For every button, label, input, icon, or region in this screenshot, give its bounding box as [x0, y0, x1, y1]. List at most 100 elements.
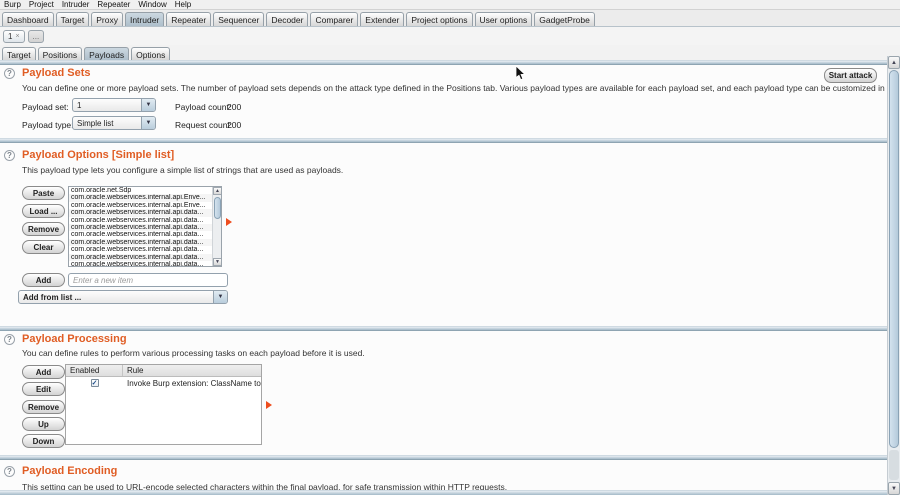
- clear-button[interactable]: Clear: [22, 240, 65, 254]
- tab-comparer[interactable]: Comparer: [310, 12, 358, 26]
- close-icon[interactable]: ×: [15, 33, 19, 40]
- menu-item[interactable]: Repeater: [97, 0, 130, 9]
- payload-list-item[interactable]: com.oracle.webservices.internal.api.Enve…: [69, 194, 212, 201]
- mouse-cursor-icon: [516, 66, 527, 86]
- payload-list-item[interactable]: com.oracle.webservices.internal.api.data…: [69, 217, 212, 224]
- payload-set-value: 1: [73, 99, 141, 111]
- payload-list-item[interactable]: com.oracle.webservices.internal.api.data…: [69, 224, 212, 231]
- tab-gadgetprobe[interactable]: GadgetProbe: [534, 12, 595, 26]
- tab-target[interactable]: Target: [56, 12, 90, 26]
- attack-tab-1[interactable]: 1 ×: [3, 30, 25, 43]
- menu-item[interactable]: Window: [138, 0, 166, 9]
- payload-list-item[interactable]: com.oracle.webservices.internal.api.data…: [69, 254, 212, 261]
- payload-list-item[interactable]: com.oracle.webservices.internal.api.data…: [69, 209, 212, 216]
- tab-intruder-options[interactable]: Options: [131, 47, 170, 60]
- paste-button[interactable]: Paste: [22, 186, 65, 200]
- add-button[interactable]: Add: [22, 273, 65, 287]
- scroll-up-icon[interactable]: ▲: [213, 187, 222, 195]
- payload-options-description: This payload type lets you configure a s…: [22, 165, 343, 175]
- remove-rule-button[interactable]: Remove: [22, 400, 65, 414]
- payload-list-item[interactable]: com.oracle.net.Sdp: [69, 187, 212, 194]
- payload-processing-description: You can define rules to perform various …: [22, 348, 365, 358]
- payload-sets-title: Payload Sets: [22, 67, 90, 79]
- request-count-value: 200: [227, 120, 241, 130]
- down-rule-button[interactable]: Down: [22, 434, 65, 448]
- tab-extender[interactable]: Extender: [360, 12, 404, 26]
- payload-list-item[interactable]: com.oracle.webservices.internal.api.Enve…: [69, 202, 212, 209]
- chevron-down-icon: ▼: [213, 291, 227, 303]
- menu-item[interactable]: Burp: [4, 0, 21, 9]
- remove-button[interactable]: Remove: [22, 222, 65, 236]
- tab-sequencer[interactable]: Sequencer: [213, 12, 264, 26]
- scroll-track[interactable]: [889, 450, 899, 480]
- rule-column-header[interactable]: Rule: [123, 365, 261, 376]
- payload-options-section: ? Payload Options [Simple list] This pay…: [0, 143, 887, 326]
- scroll-down-icon[interactable]: ▼: [888, 482, 900, 495]
- attention-arrow-icon: [266, 401, 272, 409]
- payload-list-item[interactable]: com.oracle.webservices.internal.api.data…: [69, 239, 212, 246]
- payload-sets-section: ? Payload Sets Start attack You can defi…: [0, 65, 887, 138]
- attack-tab-more[interactable]: ...: [28, 30, 45, 43]
- new-item-input[interactable]: [68, 273, 228, 287]
- table-row[interactable]: ✓ Invoke Burp extension: ClassName to Ga…: [66, 377, 261, 389]
- payload-sets-description: You can define one or more payload sets.…: [22, 83, 900, 93]
- up-rule-button[interactable]: Up: [22, 417, 65, 431]
- start-attack-button[interactable]: Start attack: [824, 68, 877, 83]
- payload-list: com.oracle.net.Sdpcom.oracle.webservices…: [69, 187, 212, 267]
- list-scrollbar[interactable]: ▲ ▼: [212, 187, 221, 266]
- menu-item[interactable]: Help: [175, 0, 191, 9]
- payload-count-value: 200: [227, 102, 241, 112]
- bottom-edge-bar: [0, 490, 887, 495]
- attack-tab-bar: 1 × ...: [0, 27, 900, 45]
- tab-repeater[interactable]: Repeater: [166, 12, 211, 26]
- help-icon[interactable]: ?: [4, 466, 15, 477]
- attention-arrow-icon: [226, 218, 232, 226]
- enabled-checkbox[interactable]: ✓: [91, 379, 99, 387]
- help-icon[interactable]: ?: [4, 150, 15, 161]
- tab-intruder-payloads[interactable]: Payloads: [84, 47, 129, 60]
- payload-listbox[interactable]: com.oracle.net.Sdpcom.oracle.webservices…: [68, 186, 222, 267]
- add-from-list-select[interactable]: Add from list ... ▼: [18, 290, 228, 304]
- payload-encoding-section: ? Payload Encoding This setting can be u…: [0, 460, 887, 490]
- payload-processing-title: Payload Processing: [22, 333, 127, 345]
- payload-list-item[interactable]: com.oracle.webservices.internal.api.data…: [69, 246, 212, 253]
- chevron-down-icon: ▼: [141, 117, 155, 129]
- vertical-scrollbar[interactable]: ▲ ▼: [887, 56, 900, 495]
- load-button[interactable]: Load ...: [22, 204, 65, 218]
- more-tabs-label: ...: [33, 32, 40, 41]
- payload-type-label: Payload type:: [22, 120, 74, 130]
- processing-rules-table[interactable]: Enabled Rule ✓ Invoke Burp extension: Cl…: [65, 364, 262, 445]
- tab-proxy[interactable]: Proxy: [91, 12, 123, 26]
- menu-item[interactable]: Project: [29, 0, 54, 9]
- help-icon[interactable]: ?: [4, 334, 15, 345]
- payload-options-title: Payload Options [Simple list]: [22, 149, 174, 161]
- payload-set-select[interactable]: 1 ▼: [72, 98, 156, 112]
- scroll-down-icon[interactable]: ▼: [213, 258, 222, 266]
- tab-project-options[interactable]: Project options: [406, 12, 472, 26]
- add-from-list-value: Add from list ...: [19, 291, 213, 303]
- edit-rule-button[interactable]: Edit: [22, 382, 65, 396]
- request-count-label: Request count:: [175, 120, 232, 130]
- tab-decoder[interactable]: Decoder: [266, 12, 308, 26]
- scroll-up-icon[interactable]: ▲: [888, 56, 900, 69]
- payload-processing-section: ? Payload Processing You can define rule…: [0, 331, 887, 455]
- add-rule-button[interactable]: Add: [22, 365, 65, 379]
- payload-type-select[interactable]: Simple list ▼: [72, 116, 156, 130]
- list-scroll-thumb[interactable]: [214, 197, 221, 219]
- tab-dashboard[interactable]: Dashboard: [2, 12, 54, 26]
- scroll-thumb[interactable]: [889, 70, 899, 448]
- help-icon[interactable]: ?: [4, 68, 15, 79]
- intruder-tab-bar: Target Positions Payloads Options: [0, 45, 900, 60]
- enabled-column-header[interactable]: Enabled: [66, 365, 123, 376]
- tab-user-options[interactable]: User options: [475, 12, 533, 26]
- menu-item[interactable]: Intruder: [62, 0, 90, 9]
- payload-count-label: Payload count:: [175, 102, 231, 112]
- tab-intruder-positions[interactable]: Positions: [38, 47, 83, 60]
- payload-list-item[interactable]: com.oracle.webservices.internal.api.data…: [69, 261, 212, 267]
- tab-intruder-target[interactable]: Target: [2, 47, 36, 60]
- tab-intruder[interactable]: Intruder: [125, 12, 164, 26]
- payload-list-item[interactable]: com.oracle.webservices.internal.api.data…: [69, 231, 212, 238]
- payload-encoding-title: Payload Encoding: [22, 465, 117, 477]
- table-header: Enabled Rule: [66, 365, 261, 377]
- payload-type-value: Simple list: [73, 117, 141, 129]
